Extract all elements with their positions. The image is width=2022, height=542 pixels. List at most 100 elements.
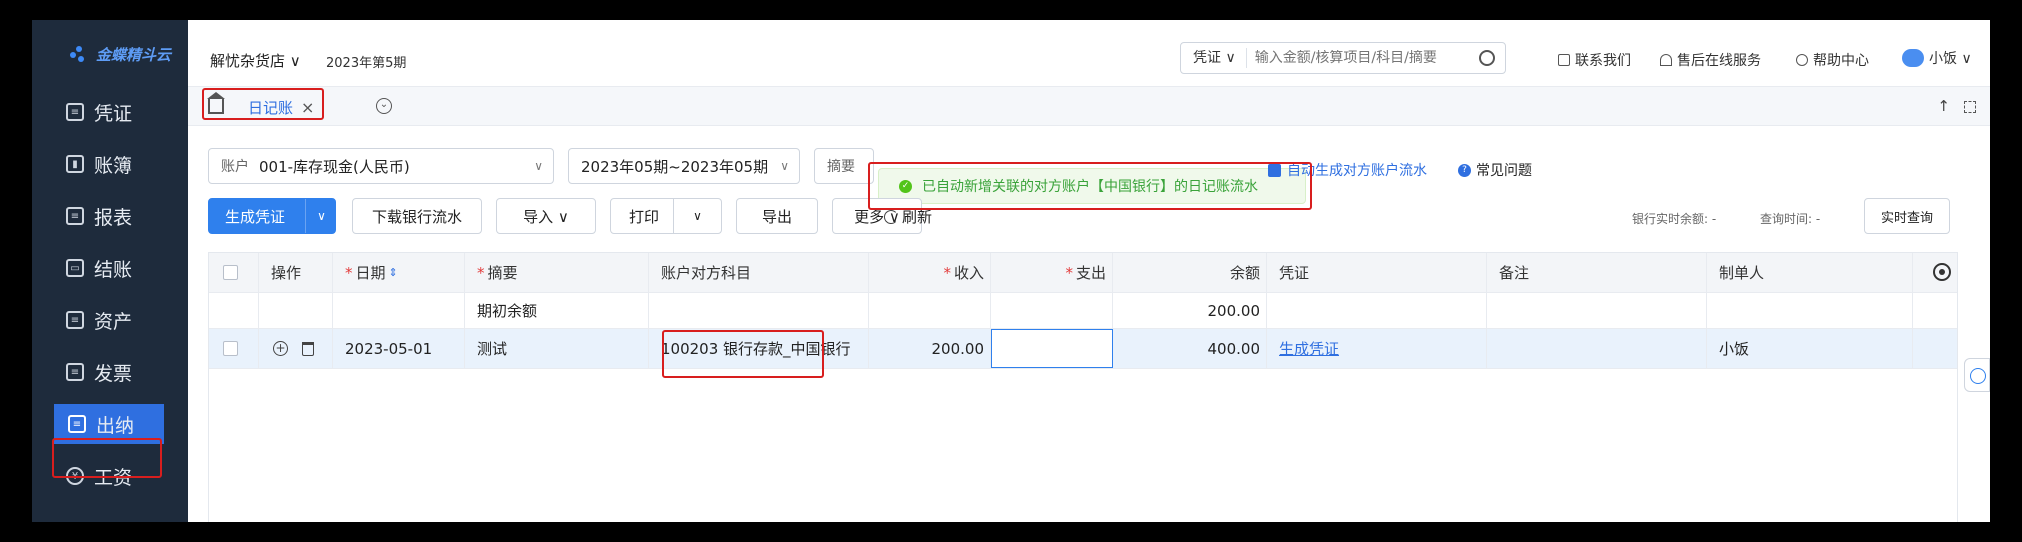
arrow-up-icon[interactable]: ↑	[1937, 97, 1950, 115]
sidebar-item-label: 发票	[94, 362, 133, 385]
sidebar-item-label: 报表	[94, 206, 133, 229]
sidebar-item-invoice[interactable]: ≡ 发票	[52, 352, 170, 392]
assistant-icon[interactable]	[1964, 358, 1990, 392]
generate-voucher-label: 生成凭证	[225, 207, 286, 226]
tab-journal-label: 日记账	[248, 99, 294, 117]
auto-generate-label: 自动生成对方账户流水	[1287, 163, 1427, 179]
row-summary[interactable]: 测试	[465, 329, 649, 368]
row-expense-input[interactable]	[991, 329, 1113, 368]
sidebar-item-cashier[interactable]: ≡ 出纳	[54, 404, 164, 444]
sidebar: 金蝶精斗云 ≡ 凭证 ▮ 账簿 ≡ 报表 ▭ 结账 ≡ 资产 ≡ 发票 ≡ 出纳	[32, 20, 188, 522]
header-income-label: 收入	[953, 264, 984, 282]
header-balance: 余额	[1113, 253, 1267, 292]
header-counter-subject: 账户对方科目	[649, 253, 869, 292]
generate-voucher-button[interactable]: 生成凭证 ∨	[208, 198, 336, 234]
realtime-query-label: 实时查询	[1880, 210, 1933, 226]
sidebar-item-label: 工资	[94, 466, 133, 489]
store-selector[interactable]: 解忧杂货店 ∨	[210, 50, 301, 71]
chevron-down-icon[interactable]: ∨	[673, 199, 721, 233]
header-date-label: 日期	[355, 264, 386, 282]
sidebar-item-salary[interactable]: ¥ 工资	[52, 456, 170, 496]
sidebar-item-label: 凭证	[94, 102, 133, 125]
sort-icon[interactable]: ⇕	[389, 266, 398, 279]
search-icon[interactable]	[1479, 50, 1495, 66]
trash-icon[interactable]	[302, 341, 314, 356]
generate-voucher-link[interactable]: 生成凭证	[1279, 338, 1339, 359]
sidebar-item-asset[interactable]: ≡ 资产	[52, 300, 170, 340]
row-actions: +	[259, 329, 333, 368]
chevron-down-icon[interactable]: ⌄	[376, 98, 392, 114]
logo-text: 金蝶精斗云	[96, 46, 172, 64]
row-remark[interactable]	[1487, 329, 1707, 368]
logo: 金蝶精斗云	[70, 44, 171, 65]
check-icon: ✓	[899, 179, 912, 193]
online-service-link[interactable]: 售后在线服务	[1660, 50, 1761, 70]
row-maker: 小饭	[1707, 329, 1913, 368]
home-icon[interactable]	[207, 92, 225, 114]
account-select[interactable]: 账户 001-库存现金(人民币) ∨	[208, 148, 554, 184]
help-center-label: 帮助中心	[1813, 53, 1869, 69]
header-income: * 收入	[869, 253, 991, 292]
row-date[interactable]: 2023-05-01	[333, 329, 465, 368]
sidebar-item-closing[interactable]: ▭ 结账	[52, 248, 170, 288]
salary-icon: ¥	[66, 467, 84, 485]
search-input[interactable]	[1246, 50, 1479, 66]
print-label: 打印	[629, 207, 660, 226]
tab-journal[interactable]: 日记账 ×	[248, 97, 314, 118]
toast-message: 已自动新增关联的对方账户【中国银行】的日记账流水	[922, 179, 1258, 195]
question-icon: ?	[1458, 163, 1471, 177]
period-range-select[interactable]: 2023年05期~2023年05期 ∨	[568, 148, 800, 184]
journal-table: 操作 * 日期 ⇕ * 摘要 账户对方科目 * 收入 * 支出 余额 凭证 备注 制单人 …	[208, 252, 1958, 522]
download-bank-button[interactable]: 下载银行流水	[352, 198, 482, 234]
sidebar-item-label: 资产	[94, 310, 133, 333]
header-date[interactable]: * 日期 ⇕	[333, 253, 465, 292]
refresh-button[interactable]: 刷新	[884, 206, 932, 227]
report-icon: ≡	[66, 207, 84, 225]
row-checkbox[interactable]	[209, 329, 259, 368]
column-settings-icon[interactable]	[1933, 263, 1951, 281]
message-icon	[1558, 54, 1570, 66]
export-button[interactable]: 导出	[736, 198, 818, 234]
search-type-select[interactable]: 凭证 ∨	[1181, 48, 1247, 68]
bank-balance: 银行实时余额: -	[1632, 212, 1717, 226]
sidebar-item-label: 出纳	[96, 414, 135, 437]
header-summary-label: 摘要	[487, 264, 518, 282]
realtime-query-button[interactable]: 实时查询	[1864, 198, 1950, 234]
sidebar-item-ledger[interactable]: ▮ 账簿	[52, 144, 170, 184]
closing-icon: ▭	[66, 259, 84, 277]
online-service-label: 售后在线服务	[1677, 53, 1761, 69]
help-center-link[interactable]: 帮助中心	[1796, 50, 1869, 70]
table-row[interactable]: + 2023-05-01 测试 100203 银行存款_中国银行 200.00 …	[209, 329, 1957, 369]
row-balance: 400.00	[1113, 329, 1267, 368]
auto-generate-checkbox[interactable]: 自动生成对方账户流水	[1268, 160, 1427, 180]
close-icon[interactable]: ×	[301, 98, 314, 117]
fullscreen-icon[interactable]	[1964, 101, 1976, 113]
summary-filter[interactable]: 摘要	[814, 148, 874, 184]
chevron-down-icon[interactable]: ∨	[305, 199, 337, 233]
asset-icon: ≡	[66, 311, 84, 329]
voucher-icon: ≡	[66, 103, 84, 121]
sidebar-item-voucher[interactable]: ≡ 凭证	[52, 92, 170, 132]
print-button[interactable]: 打印 ∨	[610, 198, 722, 234]
faq-link[interactable]: ? 常见问题	[1458, 160, 1532, 180]
cashier-icon: ≡	[68, 415, 86, 433]
row-generate-voucher-link[interactable]: 生成凭证	[1267, 329, 1487, 368]
row-counter-subject[interactable]: 100203 银行存款_中国银行	[649, 329, 869, 368]
header-expense: * 支出	[991, 253, 1113, 292]
import-button[interactable]: 导入 ∨	[496, 198, 596, 234]
table-header: 操作 * 日期 ⇕ * 摘要 账户对方科目 * 收入 * 支出 余额 凭证 备注 制单人	[209, 253, 1957, 293]
sidebar-item-report[interactable]: ≡ 报表	[52, 196, 170, 236]
success-toast: ✓ 已自动新增关联的对方账户【中国银行】的日记账流水	[878, 168, 1306, 204]
row-income[interactable]: 200.00	[869, 329, 991, 368]
avatar	[1902, 49, 1924, 67]
chevron-down-icon: ∨	[534, 159, 543, 173]
header-summary: * 摘要	[465, 253, 649, 292]
select-all-checkbox[interactable]	[209, 253, 259, 292]
user-menu[interactable]: 小饭 ∨	[1902, 48, 1972, 68]
query-time: 查询时间: -	[1760, 212, 1821, 226]
checkbox-icon	[1268, 163, 1281, 177]
add-icon[interactable]: +	[273, 341, 288, 356]
current-period: 2023年第5期	[326, 56, 407, 71]
contact-link[interactable]: 联系我们	[1558, 50, 1631, 70]
global-search: 凭证 ∨	[1180, 42, 1506, 74]
